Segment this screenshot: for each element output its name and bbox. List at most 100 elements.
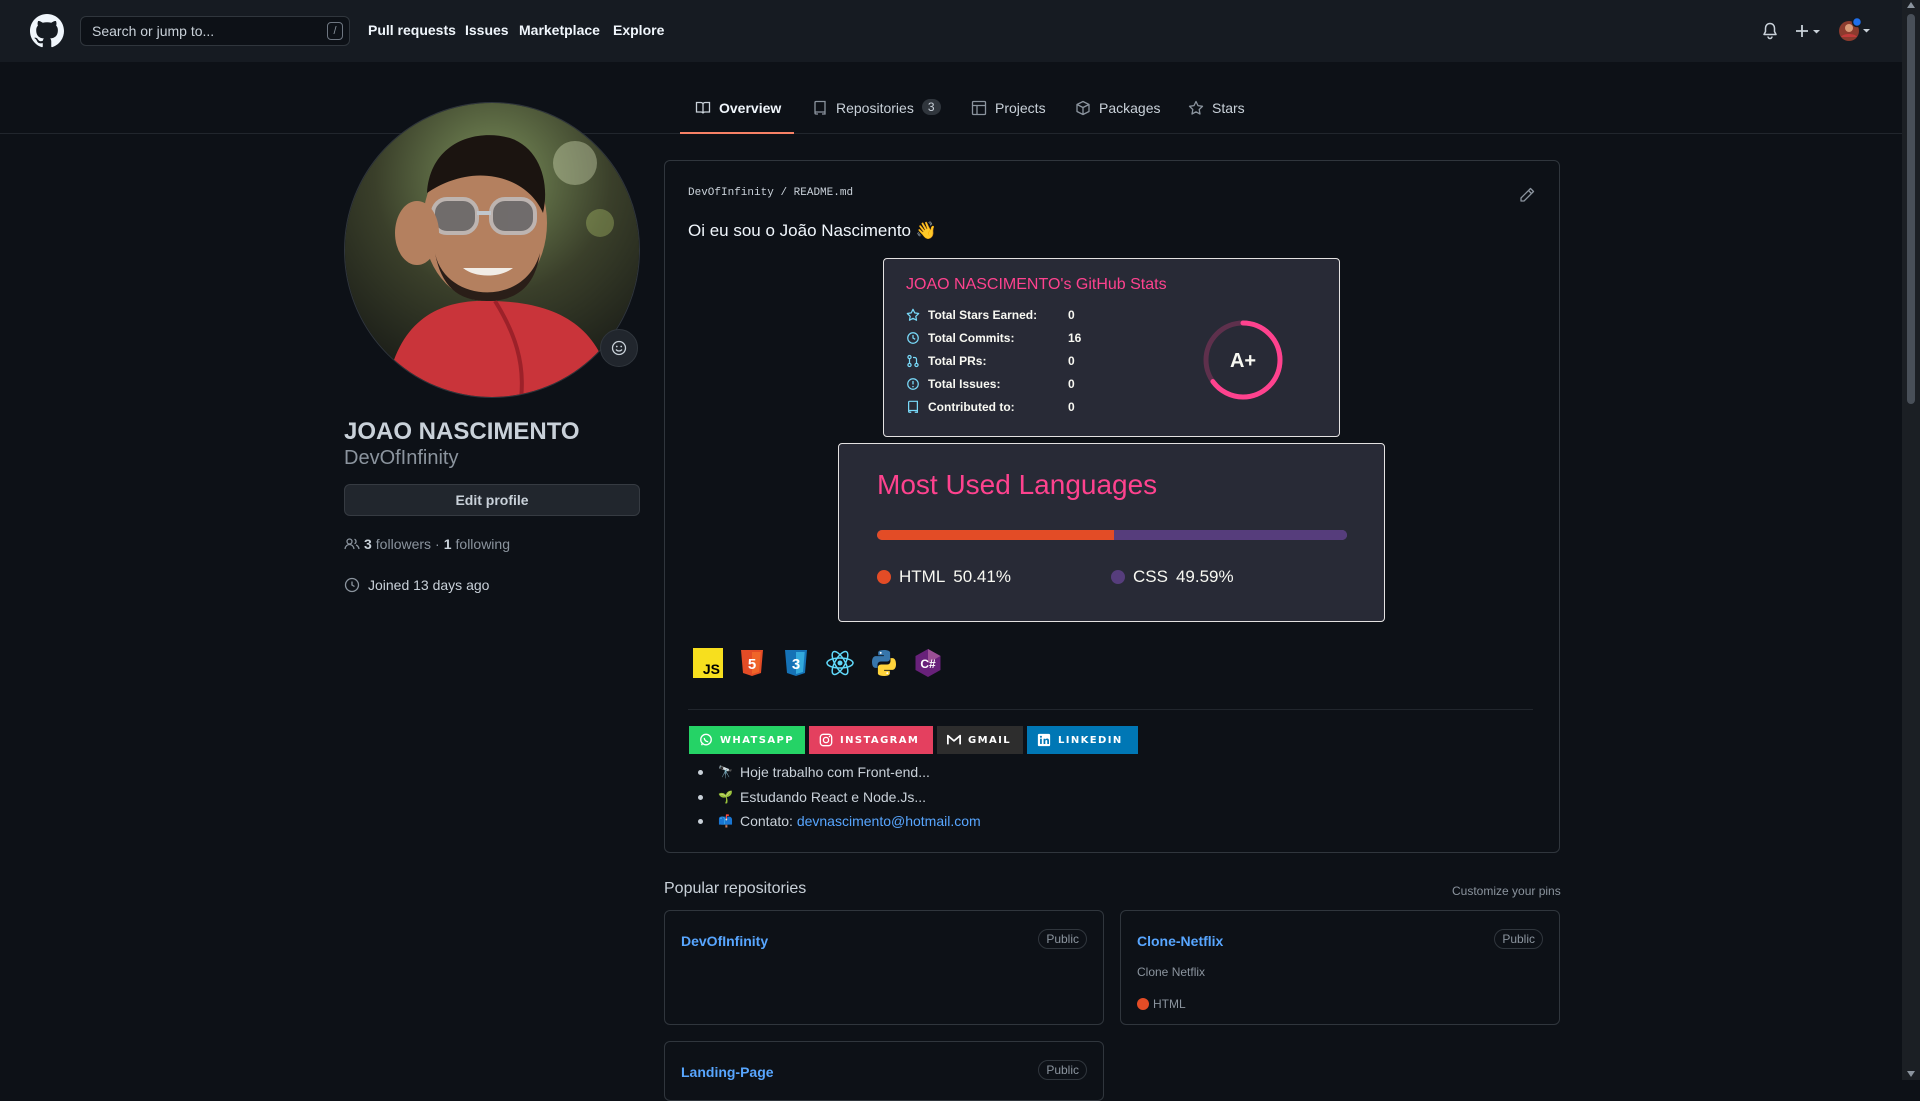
bell-icon[interactable] (1762, 22, 1778, 40)
rank-grade: A+ (1230, 350, 1256, 372)
issue-icon (906, 377, 920, 391)
linkedin-badge-label: LINKEDIN (1058, 734, 1123, 746)
seedling-emoji: 🌱 (718, 789, 733, 804)
readme-file-link[interactable]: README.md (794, 187, 853, 199)
language-color-dot (877, 570, 891, 584)
repo-name-link[interactable]: Landing-Page (681, 1064, 774, 1080)
package-icon (1075, 100, 1091, 116)
scroll-up-arrow-icon[interactable] (1907, 2, 1915, 8)
stat-label: Total Stars Earned: (928, 308, 1038, 322)
javascript-icon: JS (693, 648, 723, 678)
search-shortcut-key: / (327, 22, 343, 40)
stat-row-contributed: Contributed to: 0 (906, 399, 1075, 415)
bullet-dot (698, 794, 703, 800)
tab-stars-label: Stars (1212, 100, 1245, 116)
search-placeholder: Search or jump to... (92, 23, 215, 39)
html5-icon: 5 (737, 648, 767, 678)
rank-circle: A+ (1202, 319, 1284, 401)
repo-name-link[interactable]: DevOfInfinity (681, 933, 768, 949)
book-icon (695, 100, 711, 116)
stat-label: Total Issues: (928, 377, 1001, 391)
stat-value: 0 (1068, 354, 1075, 368)
stat-row-commits: Total Commits: 16 (906, 330, 1081, 346)
stat-value: 0 (1068, 377, 1075, 391)
popular-repositories-heading: Popular repositories (664, 880, 807, 897)
stats-card-title: JOAO NASCIMENTO's GitHub Stats (906, 276, 1167, 293)
set-status-button[interactable] (600, 329, 638, 367)
stat-value: 16 (1068, 331, 1082, 345)
repo-description: Clone Netflix (1137, 965, 1206, 979)
language-percent: 49.59% (1175, 567, 1234, 586)
followers-count[interactable]: 3 (364, 536, 372, 552)
scroll-thumb[interactable] (1907, 14, 1915, 404)
repo-language-name: HTML (1153, 997, 1186, 1011)
repo-name-link[interactable]: Clone-Netflix (1137, 933, 1223, 949)
readme-divider (688, 709, 1533, 710)
pull-request-icon (906, 354, 920, 368)
gmail-badge[interactable]: GMAIL (937, 726, 1023, 754)
csharp-icon: C# (913, 648, 943, 678)
nav-issues[interactable]: Issues (465, 22, 509, 38)
readme-owner-link[interactable]: DevOfInfinity (688, 187, 774, 199)
search-input[interactable]: Search or jump to... / (80, 16, 350, 46)
languages-card-title: Most Used Languages (877, 469, 1158, 500)
svg-text:C#: C# (920, 657, 936, 671)
tab-projects[interactable]: Projects (971, 100, 1046, 134)
people-icon (344, 536, 360, 552)
svg-text:5: 5 (748, 656, 756, 673)
instagram-icon (819, 733, 833, 747)
list-item: 🌱 Estudando React e Node.Js... (688, 785, 981, 810)
tab-packages[interactable]: Packages (1075, 100, 1160, 134)
contact-email-link[interactable]: devnascimento@hotmail.com (797, 813, 981, 829)
stat-value: 0 (1068, 400, 1075, 414)
gmail-badge-label: GMAIL (968, 734, 1011, 746)
language-item-html: HTML 50.41% (877, 567, 1011, 587)
user-menu-avatar[interactable] (1838, 17, 1874, 45)
page-scrollbar[interactable] (1902, 0, 1920, 1080)
language-item-css: CSS 49.59% (1111, 567, 1234, 587)
followers-link[interactable]: followers (376, 536, 431, 552)
stat-row-prs: Total PRs: 0 (906, 353, 1075, 369)
whatsapp-badge[interactable]: WHATSAPP (689, 726, 805, 754)
svg-text:JS: JS (703, 661, 720, 677)
instagram-badge-label: INSTAGRAM (840, 734, 920, 746)
stat-row-stars: Total Stars Earned: 0 (906, 307, 1075, 323)
readme-greeting: Oi eu sou o João Nascimento 👋 (688, 221, 937, 240)
repo-language: HTML (1137, 997, 1186, 1011)
tab-overview[interactable]: Overview (680, 100, 794, 134)
repo-visibility-badge: Public (1038, 929, 1087, 949)
customize-pins-link[interactable]: Customize your pins (1452, 884, 1561, 898)
repo-icon (812, 100, 828, 116)
stat-label: Contributed to: (928, 400, 1015, 414)
following-count[interactable]: 1 (444, 536, 452, 552)
language-color-dot (1137, 998, 1149, 1010)
list-item: 🔭 Hoje trabalho com Front-end... (688, 760, 981, 785)
linkedin-badge[interactable]: LINKEDIN (1027, 726, 1138, 754)
language-name: HTML (899, 567, 946, 586)
github-logo-icon[interactable] (30, 14, 64, 48)
list-item-text: Hoje trabalho com Front-end... (740, 764, 930, 781)
profile-avatar (344, 102, 640, 398)
scroll-down-arrow-icon[interactable] (1907, 1071, 1915, 1077)
stat-label: Total Commits: (928, 331, 1015, 345)
edit-profile-button[interactable]: Edit profile (344, 484, 640, 516)
nav-explore[interactable]: Explore (613, 22, 664, 38)
tab-stars[interactable]: Stars (1188, 100, 1245, 134)
mailbox-emoji: 📫 (718, 814, 733, 828)
pencil-icon[interactable] (1519, 187, 1535, 203)
nav-marketplace[interactable]: Marketplace (519, 22, 600, 38)
list-item: 📫 Contato: devnascimento@hotmail.com (688, 809, 981, 834)
bullet-dot (698, 770, 703, 775)
list-item-text: Estudando React e Node.Js... (740, 788, 926, 805)
plus-dropdown-icon[interactable] (1795, 22, 1823, 40)
python-icon (869, 648, 899, 678)
language-bar-segment-html (877, 530, 1114, 540)
nav-pull-requests[interactable]: Pull requests (368, 22, 456, 38)
css3-icon: 3 (781, 648, 811, 678)
repo-card: Landing-Page Public (664, 1041, 1104, 1101)
instagram-badge[interactable]: INSTAGRAM (809, 726, 933, 754)
react-icon (825, 648, 855, 678)
following-link[interactable]: following (456, 536, 510, 552)
readme-bullet-list: 🔭 Hoje trabalho com Front-end... 🌱 Estud… (688, 760, 981, 834)
tab-repositories[interactable]: Repositories 3 (812, 99, 941, 134)
